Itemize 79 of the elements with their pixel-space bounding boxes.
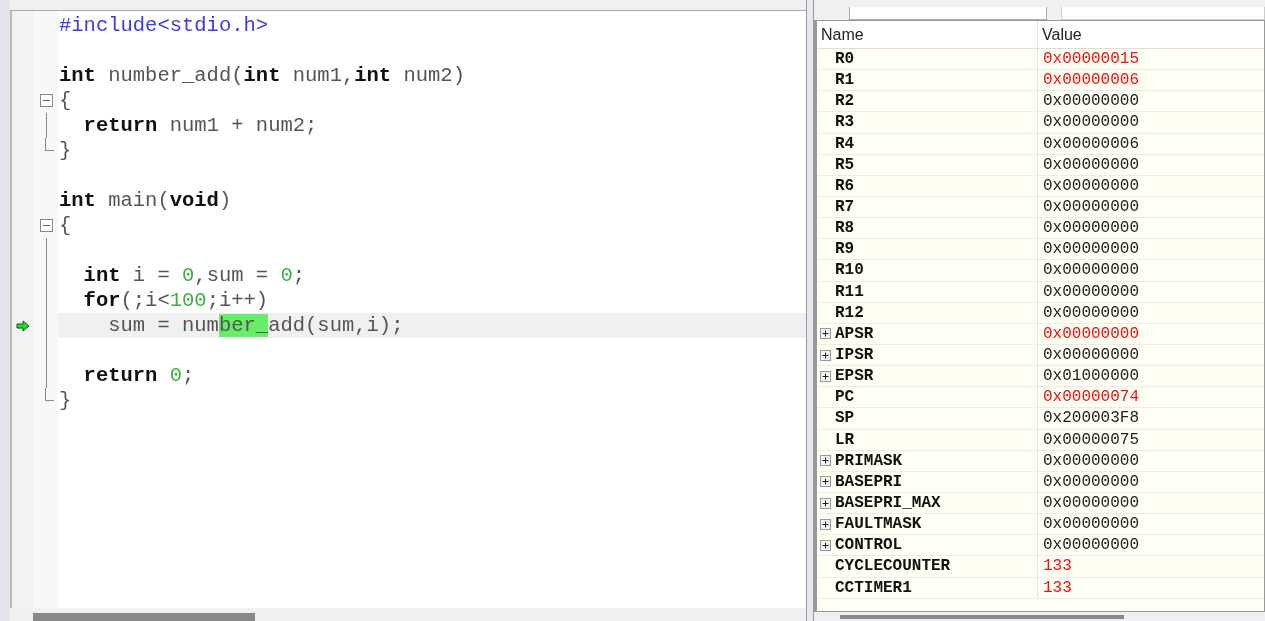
register-name: R8 xyxy=(835,219,855,238)
expand-icon[interactable] xyxy=(820,370,831,382)
register-value: 0x00000000 xyxy=(1043,536,1139,555)
register-name: R3 xyxy=(835,113,855,132)
expand-icon[interactable] xyxy=(820,455,831,467)
register-name: R2 xyxy=(835,92,855,111)
register-name: BASEPRI_MAX xyxy=(835,494,941,512)
expand-icon[interactable] xyxy=(820,349,831,361)
register-name: R11 xyxy=(835,282,864,301)
code-line: } xyxy=(58,388,73,413)
expand-icon[interactable] xyxy=(820,328,831,340)
scrollbar-thumb[interactable] xyxy=(840,615,1124,619)
column-header[interactable]: Value xyxy=(1038,21,1264,48)
register-value: 0x00000015 xyxy=(1043,50,1139,69)
column-header[interactable]: Name xyxy=(817,21,1038,48)
register-value: 0x00000000 xyxy=(1043,494,1139,512)
register-value: 0x00000000 xyxy=(1043,176,1139,195)
register-value: 0x00000075 xyxy=(1043,430,1139,449)
register-value: 0x00000000 xyxy=(1043,240,1139,259)
code-line: { xyxy=(58,88,73,113)
register-value: 0x00000000 xyxy=(1043,451,1139,470)
register-value: 0x00000000 xyxy=(1043,324,1139,343)
code-line: for(;i<100;i++) xyxy=(82,288,270,313)
register-name: R12 xyxy=(835,303,864,322)
code-line: int i = 0,sum = 0; xyxy=(82,263,307,288)
register-name: R10 xyxy=(835,261,864,280)
fold-guide xyxy=(45,113,47,138)
register-value: 0x00000000 xyxy=(1043,155,1139,174)
code-line: #include<stdio.h> xyxy=(58,13,270,38)
register-name: R9 xyxy=(835,240,855,259)
expand-icon[interactable] xyxy=(820,518,831,530)
register-name: R0 xyxy=(835,50,855,69)
code-line: int main(void) xyxy=(58,188,233,213)
register-name: CONTROL xyxy=(835,536,903,555)
register-value: 133 xyxy=(1043,578,1072,597)
register-name: R6 xyxy=(835,176,855,195)
code-line: return num1 + num2; xyxy=(82,113,319,138)
collapse-icon[interactable] xyxy=(39,219,53,232)
register-name: BASEPRI xyxy=(835,472,903,491)
register-value: 0x200003F8 xyxy=(1043,409,1139,428)
register-name: R1 xyxy=(835,71,855,90)
expand-icon[interactable] xyxy=(820,539,831,551)
register-name: FAULTMASK xyxy=(835,515,922,534)
register-name: PC xyxy=(835,388,855,407)
register-value: 0x00000000 xyxy=(1043,472,1139,491)
register-name: LR xyxy=(835,430,855,449)
register-value: 0x00000000 xyxy=(1043,92,1139,111)
code-line: { xyxy=(58,213,73,238)
register-name: APSR xyxy=(835,324,874,343)
register-value: 0x01000000 xyxy=(1043,367,1139,386)
expand-icon[interactable] xyxy=(820,476,831,488)
register-value: 0x00000000 xyxy=(1043,303,1139,322)
register-name: IPSR xyxy=(835,346,874,365)
collapse-icon[interactable] xyxy=(39,94,53,107)
register-value: 0x00000000 xyxy=(1043,219,1139,238)
code-line: return 0; xyxy=(82,363,196,388)
register-value: 0x00000000 xyxy=(1043,282,1139,301)
expand-icon[interactable] xyxy=(820,497,831,509)
register-value: 0x00000006 xyxy=(1043,134,1139,153)
register-value: 0x00000000 xyxy=(1043,346,1139,365)
register-value: 0x00000000 xyxy=(1043,261,1139,280)
register-name: R5 xyxy=(835,155,855,174)
register-name: CCTIMER1 xyxy=(835,578,912,597)
register-value: 0x00000000 xyxy=(1043,515,1139,534)
register-value: 133 xyxy=(1043,557,1072,576)
register-value: 0x00000000 xyxy=(1043,113,1139,132)
register-value: 0x00000006 xyxy=(1043,71,1139,90)
scrollbar-thumb[interactable] xyxy=(33,613,255,621)
code-editor[interactable]: #include<stdio.h> int number_add(int num1,int num2) { return num1 + num2; } int main(void) { int i = 0,sum = 0; for(;i<100;i++) sum = number_add(sum,i); return 0; } xyxy=(10,11,806,608)
register-name: R7 xyxy=(835,198,855,217)
register-name: R4 xyxy=(835,134,855,153)
register-name: PRIMASK xyxy=(835,451,903,470)
register-name: EPSR xyxy=(835,367,874,386)
register-name: CYCLECOUNTER xyxy=(835,557,951,576)
code-line: } xyxy=(58,138,73,163)
register-value: 0x00000074 xyxy=(1043,388,1139,407)
register-value: 0x00000000 xyxy=(1043,198,1139,217)
register-name: SP xyxy=(835,409,855,428)
code-line: int number_add(int num1,int num2) xyxy=(58,63,466,88)
